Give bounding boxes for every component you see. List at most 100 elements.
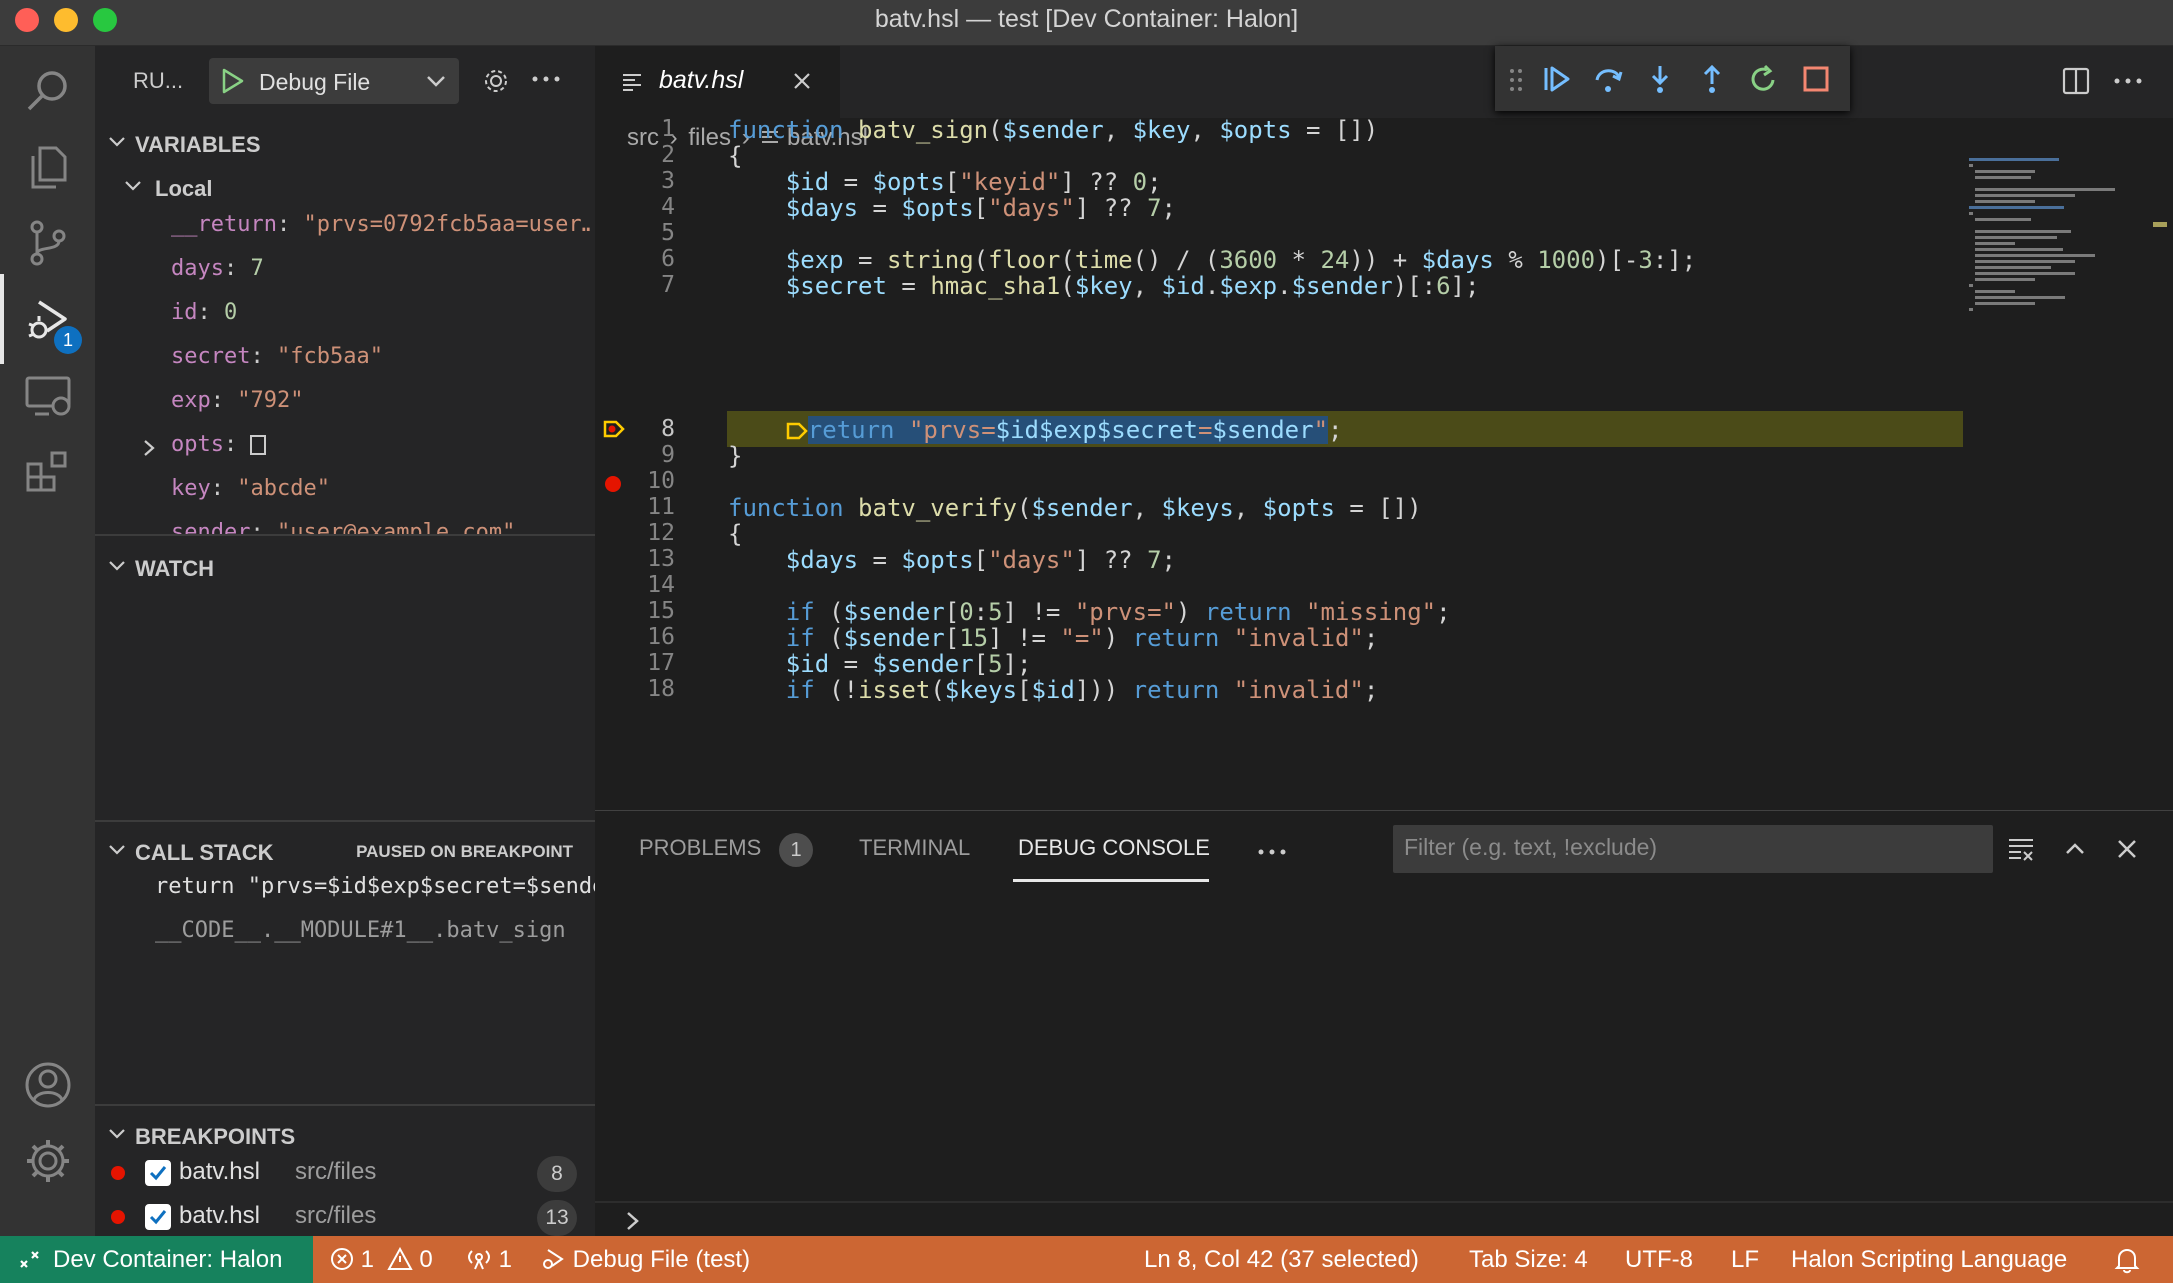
maximize-panel-icon[interactable]: [2063, 837, 2087, 861]
chevron-right-icon[interactable]: [141, 438, 157, 458]
minimap[interactable]: [1967, 156, 2167, 356]
line-number: 2: [661, 142, 675, 168]
code-line[interactable]: [728, 572, 742, 600]
stack-frame[interactable]: return "prvs=$id$exp$secret=$sender";: [155, 874, 595, 899]
close-icon[interactable]: [791, 70, 813, 92]
breakpoint-dot-icon[interactable]: [605, 476, 621, 492]
ports-status[interactable]: 1: [466, 1246, 512, 1274]
line-number: 3: [661, 168, 675, 194]
tab-terminal[interactable]: TERMINAL: [859, 835, 970, 861]
code-line[interactable]: $days = $opts["days"] ?? 7;: [728, 194, 1176, 222]
line-number: 5: [661, 220, 675, 246]
section-divider[interactable]: [95, 820, 595, 822]
drag-handle-icon[interactable]: [1509, 68, 1523, 92]
line-number: 4: [661, 194, 675, 220]
debug-icon: [543, 1249, 564, 1269]
variable-row[interactable]: key: "abcde": [171, 476, 591, 501]
encoding-status[interactable]: UTF-8: [1625, 1246, 1693, 1274]
code-line[interactable]: function batv_verify($sender, $keys, $op…: [728, 494, 1422, 522]
tab-debug-console[interactable]: DEBUG CONSOLE: [1018, 835, 1210, 861]
editor-area: batv.hsl src › files › batv.hsl 1 2 3 4 …: [595, 46, 2173, 810]
code-line[interactable]: if (!isset($keys[$id])) return "invalid"…: [728, 676, 1378, 704]
clear-console-icon[interactable]: [2007, 835, 2035, 863]
line-number: 7: [661, 272, 675, 298]
split-editor-icon[interactable]: [2061, 66, 2091, 96]
local-scope-label: Local: [155, 176, 213, 201]
debug-console-filter-input[interactable]: Filter (e.g. text, !exclude): [1393, 825, 1993, 873]
more-actions-icon[interactable]: [531, 74, 561, 84]
cursor-position-status[interactable]: Ln 8, Col 42 (37 selected): [1144, 1246, 1419, 1274]
more-actions-icon[interactable]: [2113, 76, 2143, 86]
code-line[interactable]: $secret = hmac_sha1($key, $id.$exp.$send…: [728, 272, 1480, 300]
section-divider[interactable]: [95, 1104, 595, 1106]
bottom-panel: PROBLEMS 1 TERMINAL DEBUG CONSOLE Filter…: [595, 810, 2173, 1236]
close-panel-icon[interactable]: [2115, 837, 2139, 861]
code-line-current[interactable]: return "prvs=$id$exp$secret=$sender";: [728, 416, 1342, 444]
empty-array-icon: [250, 435, 267, 455]
eol-status[interactable]: LF: [1731, 1246, 1759, 1274]
variable-row[interactable]: secret: "fcb5aa": [171, 344, 591, 369]
tab-problems[interactable]: PROBLEMS: [639, 835, 761, 861]
code-line[interactable]: [728, 468, 742, 496]
watch-section-header[interactable]: WATCH: [95, 548, 595, 588]
code-line[interactable]: [728, 220, 742, 248]
breakpoint-checkbox[interactable]: [145, 1160, 171, 1186]
continue-icon[interactable]: [1541, 64, 1571, 94]
watch-title: WATCH: [135, 556, 215, 581]
variable-row[interactable]: days: 7: [171, 256, 591, 281]
tab-size-status[interactable]: Tab Size: 4: [1469, 1246, 1588, 1274]
window-title: batv.hsl — test [Dev Container: Halon]: [874, 5, 1299, 33]
breakpoints-title: BREAKPOINTS: [135, 1124, 296, 1149]
code-line[interactable]: $id = $opts["keyid"] ?? 0;: [728, 168, 1162, 196]
code-line[interactable]: $days = $opts["days"] ?? 7;: [728, 546, 1176, 574]
code-line[interactable]: {: [728, 142, 742, 170]
chevron-right-icon[interactable]: [623, 1209, 643, 1233]
stack-frame[interactable]: __CODE__.__MODULE#1__.batv_sign: [155, 918, 595, 943]
start-debug-icon[interactable]: [221, 68, 245, 94]
variable-row[interactable]: __return: "prvs=0792fcb5aa=user…: [171, 212, 591, 237]
code-line[interactable]: if ($sender[0:5] != "prvs=") return "mis…: [728, 598, 1451, 626]
manage-gear-icon[interactable]: [0, 1116, 95, 1206]
debug-status[interactable]: Debug File (test): [540, 1246, 750, 1274]
breakpoint-item[interactable]: batv.hsl src/files 8: [95, 1152, 595, 1196]
code-line[interactable]: }: [728, 442, 742, 470]
restart-icon[interactable]: [1749, 64, 1779, 94]
variables-title: VARIABLES: [135, 132, 261, 157]
stop-icon[interactable]: [1801, 64, 1831, 94]
chevron-down-icon: [109, 561, 125, 571]
run-view-title: RU...: [133, 68, 184, 93]
variables-section-header[interactable]: VARIABLES: [95, 124, 595, 164]
code-line[interactable]: $id = $sender[5];: [728, 650, 1032, 678]
gear-icon[interactable]: [481, 66, 511, 96]
notifications-bell-icon[interactable]: [2114, 1246, 2140, 1274]
code-line[interactable]: function batv_sign($sender, $key, $opts …: [728, 116, 1378, 144]
local-scope[interactable]: Local: [95, 168, 595, 208]
remote-icon: [20, 1251, 39, 1268]
remote-indicator[interactable]: Dev Container: Halon: [0, 1236, 313, 1283]
breakpoint-checkbox[interactable]: [145, 1204, 171, 1230]
language-mode-status[interactable]: Halon Scripting Language: [1791, 1246, 2067, 1274]
call-stack-section-header[interactable]: CALL STACK PAUSED ON BREAKPOINT: [95, 832, 595, 872]
code-line[interactable]: {: [728, 520, 742, 548]
code-line[interactable]: if ($sender[15] != "=") return "invalid"…: [728, 624, 1379, 652]
section-divider[interactable]: [95, 534, 595, 536]
variable-row[interactable]: id: 0: [171, 300, 591, 325]
current-breakpoint-arrow-icon[interactable]: [603, 419, 625, 439]
step-into-icon[interactable]: [1645, 64, 1675, 94]
breakpoints-section-header[interactable]: BREAKPOINTS: [95, 1116, 595, 1156]
extensions-icon[interactable]: [0, 426, 95, 516]
more-actions-icon[interactable]: [1257, 847, 1287, 857]
problems-status[interactable]: 1 0: [330, 1246, 433, 1274]
variable-row[interactable]: opts:: [171, 432, 591, 457]
tab-batv-hsl[interactable]: batv.hsl: [595, 46, 840, 118]
breadcrumb-item[interactable]: files: [688, 124, 731, 151]
variable-row-clipped: sender: "user@example.com": [171, 520, 516, 534]
debug-config-select[interactable]: Debug File: [209, 58, 459, 104]
debug-sidebar: RU... Debug File VARIABLES Local __retur…: [95, 46, 595, 1236]
breakpoint-line-badge: 13: [537, 1200, 577, 1236]
step-over-icon[interactable]: [1593, 64, 1623, 94]
step-out-icon[interactable]: [1697, 64, 1727, 94]
breakpoint-item[interactable]: batv.hsl src/files 13: [95, 1196, 595, 1240]
variable-row[interactable]: exp: "792": [171, 388, 591, 413]
code-line[interactable]: $exp = string(floor(time() / (3600 * 24)…: [728, 246, 1696, 274]
